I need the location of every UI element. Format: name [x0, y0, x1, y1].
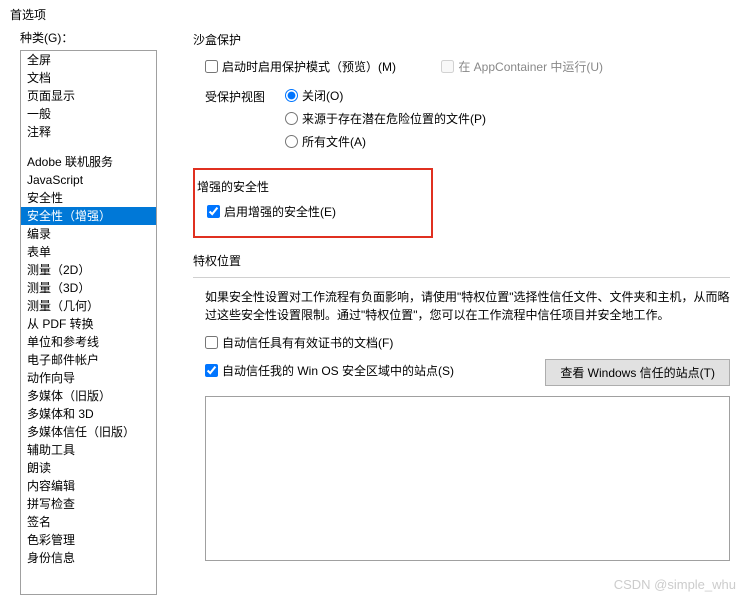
category-item[interactable]: 安全性: [21, 189, 156, 207]
protected-view-off-row[interactable]: 关闭(O): [285, 87, 486, 104]
category-item[interactable]: 测量（3D）: [21, 279, 156, 297]
category-item[interactable]: 编录: [21, 225, 156, 243]
protected-view-all-row[interactable]: 所有文件(A): [285, 133, 486, 150]
main-panel: 沙盒保护 启动时启用保护模式（预览）(M) 在 AppContainer 中运行…: [165, 29, 748, 599]
category-item[interactable]: 页面显示: [21, 87, 156, 105]
protected-view-risky-radio[interactable]: [285, 112, 298, 125]
category-label: 种类(G)：: [20, 29, 157, 46]
category-item[interactable]: 全屏: [21, 51, 156, 69]
sandbox-title: 沙盒保护: [193, 31, 730, 48]
category-item[interactable]: 文档: [21, 69, 156, 87]
auto-trust-cert-label: 自动信任具有有效证书的文档(F): [222, 334, 393, 351]
protected-view-all-radio[interactable]: [285, 135, 298, 148]
enable-protected-mode-label: 启动时启用保护模式（预览）(M): [222, 58, 396, 75]
category-item[interactable]: 辅助工具: [21, 441, 156, 459]
protected-view-off-label: 关闭(O): [302, 87, 343, 104]
protected-view-off-radio[interactable]: [285, 89, 298, 102]
enable-enhanced-checkbox[interactable]: [207, 205, 220, 218]
enable-protected-mode-checkbox[interactable]: [205, 60, 218, 73]
category-item[interactable]: 拼写检查: [21, 495, 156, 513]
category-item[interactable]: 安全性（增强）: [21, 207, 156, 225]
category-item[interactable]: 测量（几何）: [21, 297, 156, 315]
category-item[interactable]: 单位和参考线: [21, 333, 156, 351]
category-item[interactable]: 一般: [21, 105, 156, 123]
privileged-desc: 如果安全性设置对工作流程有负面影响，请使用"特权位置"选择性信任文件、文件夹和主…: [205, 288, 730, 324]
category-item[interactable]: 内容编辑: [21, 477, 156, 495]
enhanced-security-highlight: 增强的安全性 启用增强的安全性(E): [193, 168, 433, 238]
enable-protected-mode-row[interactable]: 启动时启用保护模式（预览）(M): [205, 58, 396, 75]
view-win-sites-button[interactable]: 查看 Windows 信任的站点(T): [545, 359, 730, 386]
category-item[interactable]: 身份信息: [21, 549, 156, 567]
enable-enhanced-row[interactable]: 启用增强的安全性(E): [207, 203, 421, 220]
appcontainer-row: 在 AppContainer 中运行(U): [441, 58, 603, 75]
auto-trust-win-row[interactable]: 自动信任我的 Win OS 安全区域中的站点(S): [205, 362, 454, 379]
category-item[interactable]: 从 PDF 转换: [21, 315, 156, 333]
auto-trust-win-checkbox[interactable]: [205, 364, 218, 377]
appcontainer-checkbox: [441, 60, 454, 73]
category-item[interactable]: 注释: [21, 123, 156, 141]
category-item[interactable]: 电子邮件帐户: [21, 351, 156, 369]
category-item[interactable]: 多媒体信任（旧版）: [21, 423, 156, 441]
category-item[interactable]: 朗读: [21, 459, 156, 477]
category-item[interactable]: 多媒体和 3D: [21, 405, 156, 423]
enable-enhanced-label: 启用增强的安全性(E): [224, 203, 336, 220]
protected-view-risky-label: 来源于存在潜在危险位置的文件(P): [302, 110, 486, 127]
category-item[interactable]: 测量（2D）: [21, 261, 156, 279]
appcontainer-label: 在 AppContainer 中运行(U): [458, 58, 603, 75]
category-item[interactable]: JavaScript: [21, 171, 156, 189]
auto-trust-win-label: 自动信任我的 Win OS 安全区域中的站点(S): [222, 362, 454, 379]
category-item[interactable]: 签名: [21, 513, 156, 531]
category-item[interactable]: 表单: [21, 243, 156, 261]
divider: [193, 277, 730, 278]
protected-view-label: 受保护视图: [205, 87, 285, 105]
trusted-locations-list[interactable]: [205, 396, 730, 561]
category-spacer: [21, 141, 156, 153]
privileged-title: 特权位置: [193, 252, 730, 269]
window-title: 首选项: [0, 0, 748, 29]
category-item[interactable]: Adobe 联机服务: [21, 153, 156, 171]
enhanced-title: 增强的安全性: [197, 178, 421, 195]
protected-view-all-label: 所有文件(A): [302, 133, 366, 150]
watermark: CSDN @simple_whu: [614, 577, 736, 592]
category-list[interactable]: 全屏文档页面显示一般注释 Adobe 联机服务JavaScript安全性安全性（增…: [20, 50, 157, 595]
category-item[interactable]: 多媒体（旧版）: [21, 387, 156, 405]
auto-trust-cert-row[interactable]: 自动信任具有有效证书的文档(F): [205, 334, 730, 351]
protected-view-risky-row[interactable]: 来源于存在潜在危险位置的文件(P): [285, 110, 486, 127]
sidebar: 种类(G)： 全屏文档页面显示一般注释Adobe 联机服务JavaScript安…: [0, 29, 165, 599]
category-item[interactable]: 色彩管理: [21, 531, 156, 549]
auto-trust-cert-checkbox[interactable]: [205, 336, 218, 349]
category-item[interactable]: 动作向导: [21, 369, 156, 387]
